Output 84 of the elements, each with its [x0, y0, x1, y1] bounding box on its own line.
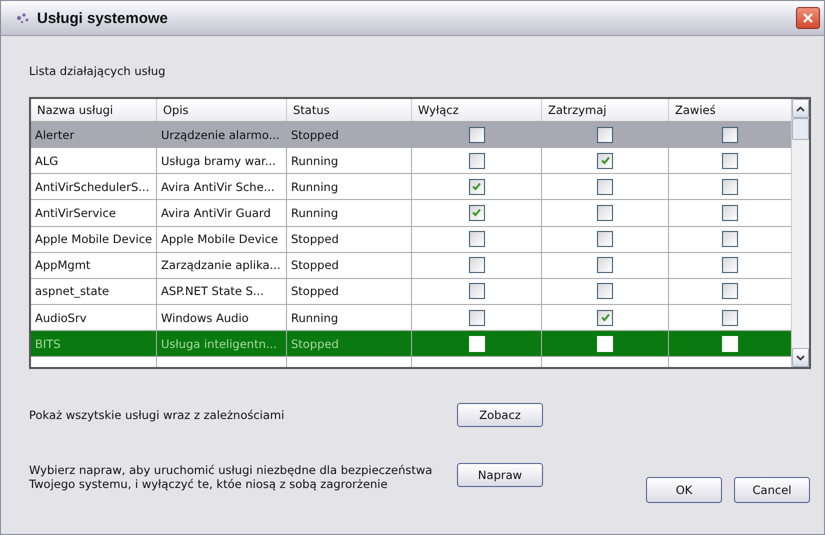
caret-down-icon — [796, 354, 805, 360]
table-cell: Windows Audio — [156, 304, 286, 330]
checkbox[interactable] — [597, 178, 613, 195]
repair-description: Wybierz napraw, aby uruchomić usługi niezbędne dla bezpieczeństwa Twojego systemu, i wyłączyć te, któe niosą z sobą zagrorżenie — [29, 463, 434, 491]
checkbox[interactable] — [468, 126, 484, 143]
checkbox[interactable] — [597, 231, 613, 248]
checkbox[interactable] — [722, 310, 738, 326]
table-cell: Running — [286, 200, 411, 226]
table-row[interactable]: AntiVirService Avira AntiVir Guard Running — [31, 200, 791, 227]
table-cell-text: AntiVirService — [34, 204, 117, 222]
table-cell-text: AudioSrv — [34, 310, 88, 327]
table-cell: Stopped — [286, 226, 411, 252]
check-icon — [471, 181, 482, 192]
dialog-button[interactable]: OK — [646, 477, 722, 503]
table-cell-text: AppMgmt — [34, 257, 92, 274]
check-icon — [600, 155, 610, 166]
table-row[interactable]: Alerter Urządzenie alarmo... Stopped — [31, 122, 791, 148]
checkbox[interactable] — [722, 257, 738, 274]
table-cell-text: ALG — [34, 152, 60, 170]
close-icon — [802, 12, 814, 24]
checkbox[interactable] — [468, 231, 484, 248]
checkbox[interactable] — [468, 310, 484, 326]
window-title: Usługi systemowe — [37, 10, 169, 26]
scroll-up-button[interactable] — [792, 99, 809, 118]
table-cell: Avira AntiVir Guard — [156, 200, 286, 226]
view-button[interactable]: Zobacz — [457, 403, 543, 427]
table-cell-text: Alerter — [34, 126, 76, 144]
scrollbar[interactable] — [791, 99, 809, 367]
checkbox[interactable] — [722, 126, 738, 143]
table-cell: Running — [286, 148, 411, 174]
checkbox[interactable] — [722, 178, 738, 195]
scroll-down-button[interactable] — [792, 348, 809, 367]
column-header[interactable]: Opis — [156, 99, 286, 121]
table-cell: Avira AntiVir Sche... — [156, 174, 286, 200]
close-button[interactable] — [796, 7, 820, 29]
table-row[interactable]: aspnet_state ASP.NET State S... Stopped — [31, 278, 791, 305]
column-header[interactable]: Zatrzymaj — [541, 99, 668, 121]
checkbox[interactable] — [597, 257, 613, 274]
table-cell-text: BITS — [34, 336, 62, 353]
table-cell: Stopped — [286, 252, 411, 278]
repair-button[interactable]: Napraw — [457, 463, 543, 487]
checkbox[interactable] — [722, 283, 738, 300]
table-cell: Running — [286, 304, 411, 330]
checkbox[interactable] — [722, 152, 738, 169]
checkbox[interactable] — [468, 204, 484, 221]
table-cell: ASP.NET State S... — [156, 278, 286, 304]
checkbox[interactable] — [468, 178, 484, 195]
table-row[interactable]: ALG Usługa bramy war... Running — [31, 148, 791, 174]
table-cell: Usługa inteligentn... — [156, 331, 286, 356]
column-header[interactable]: Nazwa usługi — [31, 99, 156, 121]
table-cell: Running — [286, 174, 411, 200]
checkbox[interactable] — [597, 310, 613, 326]
checkbox[interactable] — [597, 204, 613, 221]
caret-up-icon — [796, 106, 805, 112]
table-row[interactable]: AppMgmt Zarządzanie aplika... Stopped — [31, 252, 791, 279]
check-icon — [471, 207, 482, 218]
check-icon — [600, 312, 610, 324]
table-cell-text: Apple Mobile Device — [34, 231, 154, 248]
scroll-thumb[interactable] — [792, 118, 809, 140]
checkbox[interactable] — [468, 257, 484, 274]
table-cell: Stopped — [286, 122, 411, 148]
show-all-text: Pokaż wszytskie usługi wraz z zależnościami — [29, 408, 286, 422]
checkbox[interactable] — [468, 283, 484, 300]
table-cell: Usługa bramy war... — [156, 148, 286, 174]
column-header[interactable]: Status — [286, 99, 411, 121]
checkbox[interactable] — [468, 152, 484, 169]
checkbox[interactable] — [597, 152, 613, 169]
table-cell: Stopped — [286, 331, 411, 356]
table-row[interactable]: Apple Mobile Device Apple Mobile Device Stopped — [31, 226, 791, 253]
checkbox[interactable] — [597, 126, 613, 143]
table-cell-text: AntiVirSchedulerS... — [34, 178, 150, 196]
table-cell: Urządzenie alarmo... — [156, 122, 286, 148]
table-cell-text: aspnet_state — [34, 283, 110, 300]
sparkle-icon — [15, 11, 31, 25]
list-label: Lista działających usług — [29, 64, 166, 78]
table-row[interactable]: AntiVirSchedulerS... Avira AntiVir Sche... Running — [31, 174, 791, 200]
checkbox[interactable] — [597, 283, 613, 300]
table-cell: Stopped — [286, 278, 411, 304]
checkbox[interactable] — [722, 231, 738, 248]
column-header[interactable]: Wyłącz — [411, 99, 541, 121]
dialog-button[interactable]: Cancel — [734, 477, 810, 503]
table-cell: Zarządzanie aplika... — [156, 252, 286, 278]
table-cell: Apple Mobile Device — [156, 226, 286, 252]
checkbox[interactable] — [722, 204, 738, 221]
